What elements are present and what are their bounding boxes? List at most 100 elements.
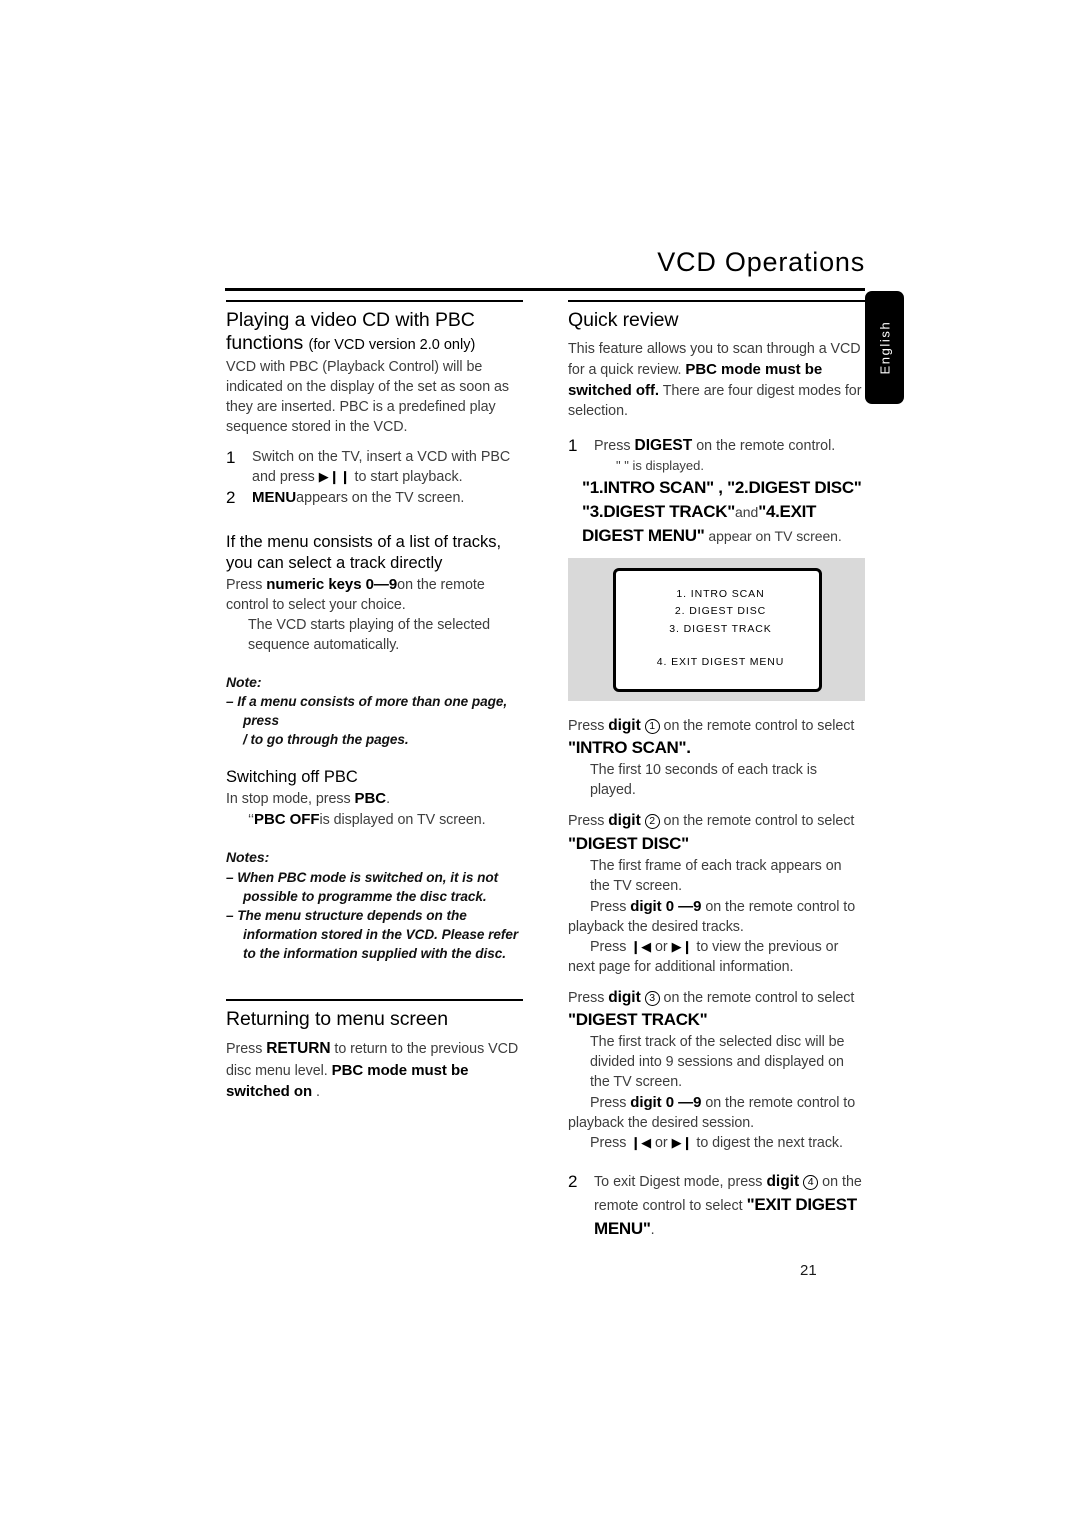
paragraph-digest-track-name: "DIGEST TRACK" bbox=[568, 1008, 865, 1032]
step-1-right-number: 1 bbox=[568, 436, 578, 456]
mode3-extra1-bold: digit 0 —9 bbox=[630, 1094, 702, 1112]
mode2-name: "DIGEST DISC" bbox=[568, 833, 689, 853]
heading-quick-review: Quick review bbox=[568, 308, 679, 331]
next-track-icon-2: ▶❙ bbox=[671, 1135, 693, 1151]
digest-post: on the remote control. bbox=[692, 438, 836, 455]
previous-track-icon-2: ❙◀ bbox=[630, 1135, 652, 1151]
mode3-digit-bold: digit bbox=[608, 988, 641, 1006]
paragraph-digest-disc-extra-2: Press ❙◀ or ▶❙ to view the previous or n… bbox=[568, 937, 865, 977]
mode1-pre: Press bbox=[568, 717, 609, 734]
subheading-switching-off-pbc: Switching off PBC bbox=[226, 768, 358, 787]
heading-playing-line1: Playing a video CD with PBC bbox=[226, 308, 475, 331]
section-divider-returning bbox=[226, 999, 523, 1001]
step-2-right-number: 2 bbox=[568, 1172, 578, 1192]
paragraph-numeric-keys: Press numeric keys 0—9on the remote cont… bbox=[226, 574, 523, 615]
notes-item-2a: – When PBC mode is switched on, it is no… bbox=[226, 869, 499, 904]
mode3-post: on the remote control to select bbox=[659, 989, 855, 1006]
next-track-icon: ▶❙ bbox=[671, 938, 693, 954]
mode2-extra2-mid: or bbox=[651, 938, 672, 955]
exit-digit-bold: digit bbox=[766, 1173, 800, 1191]
paragraph-pbc-off: ‘‘PBC OFFis displayed on TV screen. bbox=[226, 809, 523, 830]
stop-mode-post: . bbox=[386, 791, 390, 808]
heading-playing-note: (for VCD version 2.0 only) bbox=[308, 337, 476, 354]
paragraph-intro-scan-detail: The first 10 seconds of each track is pl… bbox=[590, 762, 818, 799]
step-2-rest: appears on the TV screen. bbox=[296, 490, 465, 507]
return-button-bold: RETURN bbox=[266, 1040, 331, 1058]
page-number: 21 bbox=[800, 1262, 817, 1279]
digest-button-bold: DIGEST bbox=[634, 437, 693, 455]
digest-displayed-line: " " is displayed. bbox=[616, 458, 704, 474]
mode1-name: "INTRO SCAN". bbox=[568, 738, 691, 758]
paragraph-digest-disc-name: "DIGEST DISC" bbox=[568, 832, 865, 856]
mode2-extra2-pre: Press bbox=[590, 938, 631, 955]
exit-pre: To exit Digest mode, press bbox=[594, 1174, 767, 1191]
paragraph-intro-scan-press: Press digit 1 on the remote control to s… bbox=[568, 715, 865, 737]
pbc-off-post: is displayed on TV screen. bbox=[319, 812, 486, 829]
play-pause-icon: ▶❙❙ bbox=[318, 469, 351, 485]
return-pre: Press bbox=[226, 1041, 267, 1058]
circled-digit-3-icon: 3 bbox=[644, 990, 660, 1006]
mode3-name: "DIGEST TRACK" bbox=[568, 1010, 708, 1030]
digest-mode-appear: appear on TV screen. bbox=[704, 527, 842, 544]
document-page: VCD Operations English Playing a video C… bbox=[0, 0, 1080, 1528]
title-divider bbox=[225, 288, 865, 291]
step-1-number: 1 bbox=[226, 448, 236, 468]
step-2-bold: MENU bbox=[252, 489, 297, 507]
notes-item-2b: – The menu structure depends on the info… bbox=[226, 907, 519, 962]
mode3-pre: Press bbox=[568, 989, 609, 1006]
circled-digit-2-icon: 2 bbox=[644, 814, 660, 830]
notes-label-2: Notes: bbox=[226, 849, 270, 866]
left-column: Playing a video CD with PBC functions (f… bbox=[226, 300, 523, 1102]
mode2-extra1-pre: Press bbox=[590, 898, 631, 915]
exit-post: . bbox=[650, 1221, 655, 1238]
digest-pre: Press bbox=[594, 438, 635, 455]
step-2-text: MENUappears on the TV screen. bbox=[252, 487, 523, 508]
right-column: Quick review This feature allows you to … bbox=[568, 300, 865, 1241]
paragraph-digest-disc-detail: The first frame of each track appears on… bbox=[568, 856, 865, 896]
tv-screen-figure: 1. INTRO SCAN 2. DIGEST DISC 3. DIGEST T… bbox=[568, 557, 865, 701]
note-item-1b: / to go through the pages. bbox=[243, 732, 409, 748]
step-1-right: 1 Press DIGEST on the remote control. " … bbox=[568, 435, 865, 475]
paragraph-digest-track-press: Press digit 3 on the remote control to s… bbox=[568, 987, 865, 1009]
step-1-right-body: Press DIGEST on the remote control. " " … bbox=[594, 435, 865, 475]
paragraph-digest-disc-press: Press digit 2 on the remote control to s… bbox=[568, 810, 865, 832]
paragraph-digest-track-extra-2: Press ❙◀ or ▶❙ to digest the next track. bbox=[568, 1133, 865, 1153]
paragraph-digest-track-extra-1: Press digit 0 —9 on the remote control t… bbox=[568, 1092, 865, 1133]
step-2-right: 2 To exit Digest mode, press digit 4 on … bbox=[568, 1171, 865, 1240]
step-1-text-b: to start playback. bbox=[350, 469, 463, 486]
step-2-right-body: To exit Digest mode, press digit 4 on th… bbox=[594, 1171, 865, 1240]
paragraph-intro-scan-name: "INTRO SCAN". bbox=[568, 736, 865, 760]
mode2-detail: The first frame of each track appears on… bbox=[590, 857, 842, 894]
tv-menu-item-3: 3. DIGEST TRACK bbox=[669, 622, 772, 635]
tv-menu-spacer bbox=[616, 639, 819, 654]
paragraph-return-button: Press RETURN to return to the previous V… bbox=[226, 1038, 523, 1102]
circled-digit-4-icon: 4 bbox=[803, 1175, 819, 1191]
heading-returning-to-menu: Returning to menu screen bbox=[226, 1007, 448, 1030]
note-item-1a: – If a menu consists of more than one pa… bbox=[226, 694, 508, 729]
digest-mode-and: and bbox=[735, 504, 759, 521]
page-title: VCD Operations bbox=[657, 247, 865, 277]
language-tab-label: English bbox=[877, 320, 892, 374]
section-divider-quick-review bbox=[568, 300, 865, 302]
page-title-row: VCD Operations bbox=[225, 247, 865, 278]
mode2-pre: Press bbox=[568, 813, 609, 830]
previous-track-icon: ❙◀ bbox=[630, 938, 652, 954]
tv-menu-item-2: 2. DIGEST DISC bbox=[674, 605, 767, 618]
tv-menu-item-1: 1. INTRO SCAN bbox=[676, 587, 765, 600]
mode3-extra1-pre: Press bbox=[590, 1095, 631, 1112]
numeric-keys-bold: numeric keys 0—9 bbox=[266, 575, 398, 593]
section-divider-playing bbox=[226, 300, 523, 302]
tv-screen-inner: 1. INTRO SCAN 2. DIGEST DISC 3. DIGEST T… bbox=[613, 567, 822, 692]
heading-playing-line2: functions bbox=[226, 332, 304, 355]
subheading-select-track: If the menu consists of a list of tracks… bbox=[226, 532, 502, 572]
mode2-digit-bold: digit bbox=[608, 812, 641, 830]
step-1-text: Switch on the TV, insert a VCD with PBC … bbox=[252, 447, 523, 487]
paragraph-pbc-intro: VCD with PBC (Playback Control) will be … bbox=[226, 359, 510, 436]
digest-mode-names-bold: "1.INTRO SCAN" , "2.DIGEST DISC" "3.DIGE… bbox=[582, 478, 862, 522]
mode3-extra2-pre: Press bbox=[590, 1135, 631, 1152]
paragraph-stop-mode: In stop mode, press PBC. bbox=[226, 788, 523, 809]
language-tab: English bbox=[865, 291, 904, 404]
numeric-pre: Press bbox=[226, 576, 267, 593]
mode1-post: on the remote control to select bbox=[659, 717, 855, 734]
tv-menu-item-4: 4. EXIT DIGEST MENU bbox=[656, 655, 785, 668]
